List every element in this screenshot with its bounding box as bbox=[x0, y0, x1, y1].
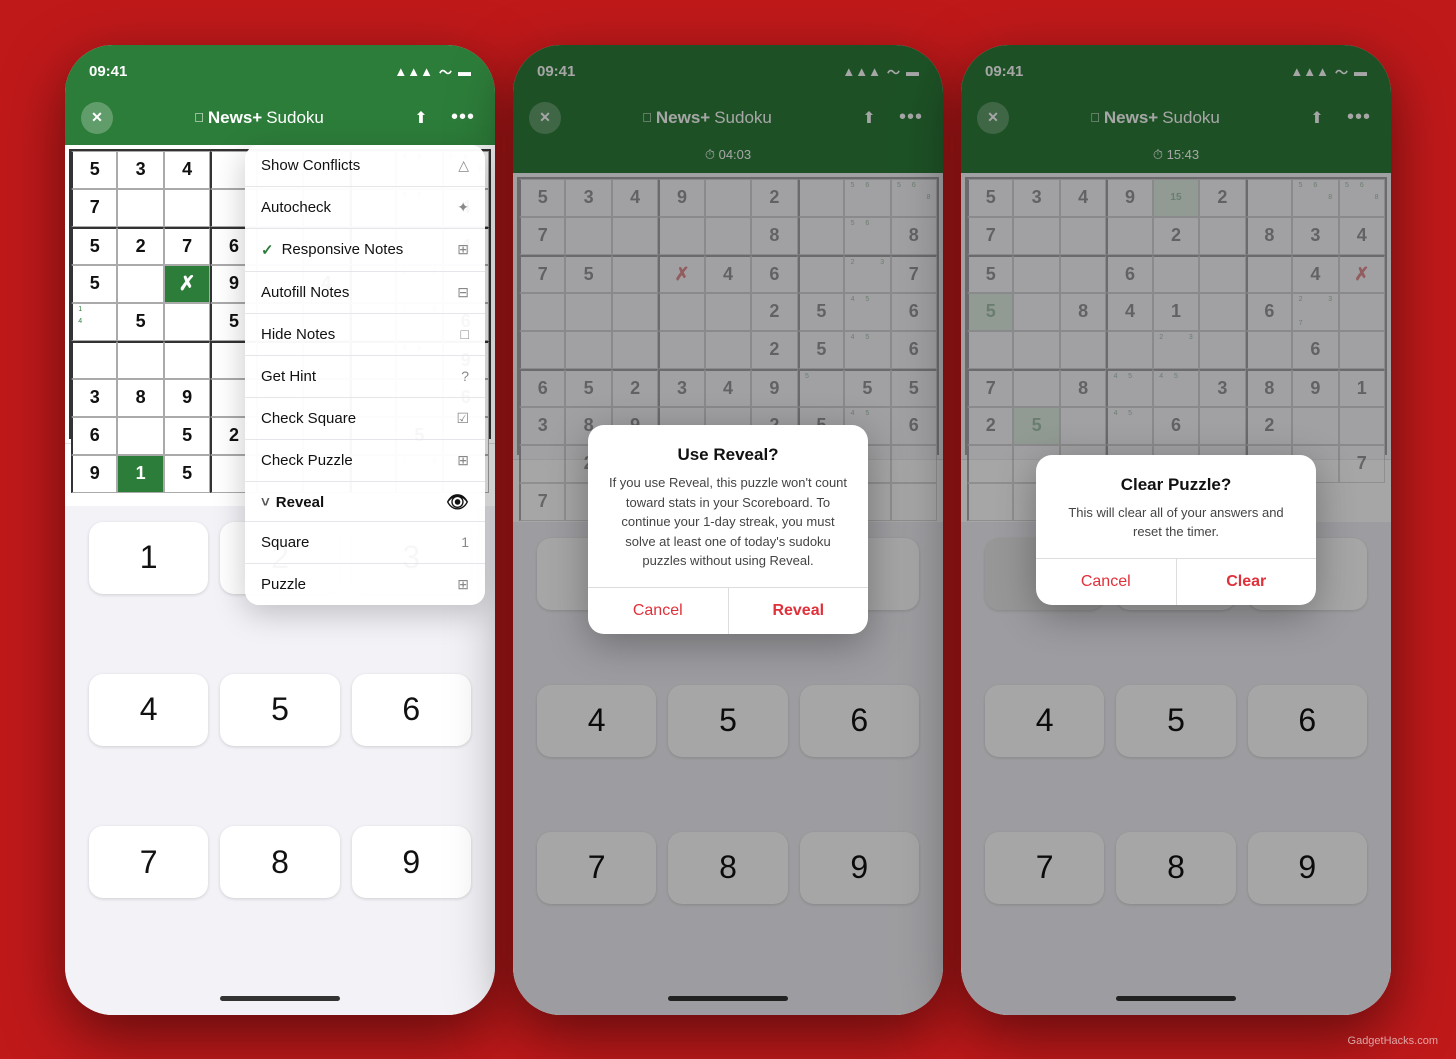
cell[interactable]: 2 bbox=[117, 227, 163, 265]
phone-2: 09:41 ▲▲▲ 〜 ▬ ✕  News+ Sudoku ⬆ ••• ⏱ 0… bbox=[513, 45, 943, 1015]
autofill-icon: ⊟ bbox=[457, 284, 469, 301]
cell[interactable]: 9 bbox=[71, 455, 117, 493]
cell[interactable]: 6 bbox=[71, 417, 117, 455]
menu-section-reveal[interactable]: ˅ Reveal 👁 bbox=[245, 482, 485, 522]
share-btn-1[interactable]: ⬆ bbox=[405, 102, 437, 134]
reveal-eye-icon: 👁 bbox=[446, 492, 469, 513]
menu-item-show-conflicts[interactable]: Show Conflicts △ bbox=[245, 145, 485, 187]
modal-cancel-btn-2[interactable]: Cancel bbox=[588, 588, 728, 634]
cell[interactable]: 5 bbox=[71, 227, 117, 265]
dropdown-menu-1: Show Conflicts △ Autocheck ✦ ✓ Responsiv… bbox=[245, 145, 485, 605]
check-puzzle-icon: ⊞ bbox=[457, 452, 469, 469]
menu-item-check-puzzle[interactable]: Check Puzzle ⊞ bbox=[245, 440, 485, 482]
cell[interactable] bbox=[164, 189, 210, 227]
phone-3: 09:41 ▲▲▲ 〜 ▬ ✕  News+ Sudoku ⬆ ••• ⏱ 1… bbox=[961, 45, 1391, 1015]
num-5-1[interactable]: 5 bbox=[220, 674, 339, 746]
cell[interactable]: 5 bbox=[164, 455, 210, 493]
autocheck-icon: ✦ bbox=[457, 199, 469, 216]
cell[interactable]: 4 bbox=[164, 151, 210, 189]
cell[interactable]: 3 bbox=[117, 151, 163, 189]
modal-title-3: Clear Puzzle? bbox=[1056, 475, 1296, 495]
modal-backdrop-2: Use Reveal? If you use Reveal, this puzz… bbox=[513, 45, 943, 1015]
menu-item-autocheck[interactable]: Autocheck ✦ bbox=[245, 187, 485, 229]
more-btn-1[interactable]: ••• bbox=[447, 102, 479, 134]
check-square-icon: ☑ bbox=[456, 410, 469, 427]
reveal-modal: Use Reveal? If you use Reveal, this puzz… bbox=[588, 425, 868, 634]
num-8-1[interactable]: 8 bbox=[220, 826, 339, 898]
num-1-1[interactable]: 1 bbox=[89, 522, 208, 594]
menu-item-get-hint[interactable]: Get Hint ? bbox=[245, 356, 485, 398]
wifi-icon-1: 〜 bbox=[439, 62, 452, 81]
cell[interactable] bbox=[117, 189, 163, 227]
puzzle-icon: ⊞ bbox=[457, 576, 469, 593]
cell[interactable] bbox=[117, 341, 163, 379]
cell[interactable]: 5 bbox=[71, 151, 117, 189]
num-9-1[interactable]: 9 bbox=[352, 826, 471, 898]
home-bar-1 bbox=[220, 996, 340, 1001]
cell[interactable] bbox=[117, 265, 163, 303]
nav-bar-1: ✕  News+ Sudoku ⬆ ••• bbox=[65, 93, 495, 145]
hide-notes-icon: □ bbox=[461, 326, 469, 342]
cell[interactable]: 1 bbox=[117, 455, 163, 493]
cell[interactable]: 14 bbox=[71, 303, 117, 341]
modal-title-2: Use Reveal? bbox=[608, 445, 848, 465]
cell[interactable] bbox=[164, 303, 210, 341]
menu-item-responsive-notes[interactable]: ✓ Responsive Notes ⊞ bbox=[245, 229, 485, 272]
menu-item-hide-notes[interactable]: Hide Notes □ bbox=[245, 314, 485, 356]
phone-1: 09:41 ▲▲▲ 〜 ▬ ✕  News+ Sudoku ⬆ ••• 5 3… bbox=[65, 45, 495, 1015]
square-icon: 1 bbox=[461, 534, 469, 550]
app-title-1:  News+ Sudoku bbox=[194, 108, 324, 128]
responsive-notes-icon: ⊞ bbox=[457, 241, 469, 258]
time-1: 09:41 bbox=[89, 63, 127, 80]
modal-cancel-btn-3[interactable]: Cancel bbox=[1036, 559, 1176, 605]
cell[interactable] bbox=[117, 417, 163, 455]
menu-item-square[interactable]: Square 1 bbox=[245, 522, 485, 564]
modal-content-3: Clear Puzzle? This will clear all of you… bbox=[1036, 455, 1316, 558]
cell[interactable]: 5 bbox=[164, 417, 210, 455]
conflicts-icon: △ bbox=[458, 157, 469, 174]
cell[interactable]: 8 bbox=[117, 379, 163, 417]
cell[interactable] bbox=[164, 341, 210, 379]
cell[interactable]: 7 bbox=[71, 189, 117, 227]
modal-body-3: This will clear all of your answers and … bbox=[1056, 503, 1296, 542]
menu-item-autofill-notes[interactable]: Autofill Notes ⊟ bbox=[245, 272, 485, 314]
cell[interactable]: ✗ bbox=[164, 265, 210, 303]
status-icons-1: ▲▲▲ 〜 ▬ bbox=[394, 62, 471, 81]
clear-modal: Clear Puzzle? This will clear all of you… bbox=[1036, 455, 1316, 605]
num-4-1[interactable]: 4 bbox=[89, 674, 208, 746]
menu-item-check-square[interactable]: Check Square ☑ bbox=[245, 398, 485, 440]
battery-icon-1: ▬ bbox=[458, 64, 471, 79]
cell[interactable]: 5 bbox=[71, 265, 117, 303]
modal-action-btn-2[interactable]: Reveal bbox=[728, 588, 869, 634]
cell[interactable]: 9 bbox=[164, 379, 210, 417]
apple-icon-1:  bbox=[194, 110, 204, 125]
signal-icon-1: ▲▲▲ bbox=[394, 64, 433, 79]
modal-buttons-2: Cancel Reveal bbox=[588, 587, 868, 634]
modal-backdrop-3: Clear Puzzle? This will clear all of you… bbox=[961, 45, 1391, 1015]
status-bar-1: 09:41 ▲▲▲ 〜 ▬ bbox=[65, 45, 495, 93]
cell[interactable]: 7 bbox=[164, 227, 210, 265]
cell[interactable] bbox=[71, 341, 117, 379]
cell[interactable]: 5 bbox=[117, 303, 163, 341]
home-indicator-1 bbox=[65, 983, 495, 1015]
num-6-1[interactable]: 6 bbox=[352, 674, 471, 746]
num-7-1[interactable]: 7 bbox=[89, 826, 208, 898]
modal-action-btn-3[interactable]: Clear bbox=[1176, 559, 1317, 605]
cell[interactable]: 3 bbox=[71, 379, 117, 417]
watermark: GadgetHacks.com bbox=[1348, 1035, 1438, 1047]
hint-icon: ? bbox=[461, 368, 469, 384]
modal-content-2: Use Reveal? If you use Reveal, this puzz… bbox=[588, 425, 868, 587]
close-btn-1[interactable]: ✕ bbox=[81, 102, 113, 134]
modal-buttons-3: Cancel Clear bbox=[1036, 558, 1316, 605]
modal-body-2: If you use Reveal, this puzzle won't cou… bbox=[608, 473, 848, 571]
menu-item-puzzle[interactable]: Puzzle ⊞ bbox=[245, 564, 485, 605]
